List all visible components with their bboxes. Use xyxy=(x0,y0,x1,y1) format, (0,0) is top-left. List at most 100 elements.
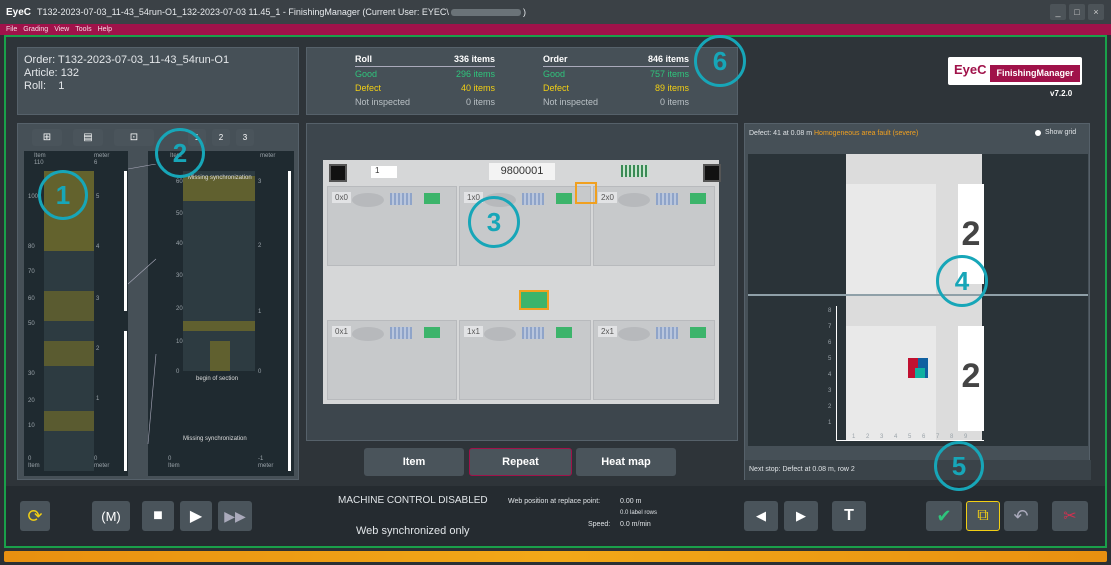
play-button[interactable]: ▶ xyxy=(180,501,212,531)
close-button[interactable]: × xyxy=(1088,4,1104,20)
order-defect: 89 items xyxy=(654,83,689,93)
y-tick: 1 xyxy=(828,420,832,426)
tile-label: 2x0 xyxy=(598,192,617,203)
article-label: Article: xyxy=(24,67,58,79)
statistics-panel: Roll 336 items Good 296 items Defect 40 ite… xyxy=(306,47,738,115)
tab-3[interactable]: 3 xyxy=(236,129,254,146)
minimize-button[interactable]: _ xyxy=(1050,4,1066,20)
meter-tick: 5 xyxy=(96,194,100,200)
tick: 50 xyxy=(28,321,35,327)
register-mark-left xyxy=(329,164,347,182)
maximize-button[interactable]: □ xyxy=(1069,4,1085,20)
roll-ni: 0 items xyxy=(465,97,495,107)
menu-view[interactable]: View xyxy=(54,26,69,33)
defect-marker-overlay xyxy=(915,368,925,378)
user-name-redacted xyxy=(450,8,521,16)
tab-2[interactable]: 2 xyxy=(212,129,230,146)
previous-button[interactable]: ◀ xyxy=(744,501,778,531)
view-mode-button-1[interactable]: ⊞ xyxy=(32,129,62,146)
tile-shape xyxy=(484,327,516,341)
meter-tick: 2 xyxy=(258,243,262,249)
col1-footer-item-label: Item xyxy=(28,463,40,469)
cut-button[interactable]: ✂ xyxy=(1052,501,1088,531)
callout-4: 4 xyxy=(936,255,988,307)
order-good-label: Good xyxy=(543,69,566,79)
menu-tools[interactable]: Tools xyxy=(75,26,91,33)
defect-position: Defect: 41 at 0.08 m xyxy=(749,130,813,137)
begin-of-section: begin of section xyxy=(196,376,239,382)
item-view-button[interactable]: Item xyxy=(364,448,464,476)
undo-button[interactable]: ↶ xyxy=(1004,501,1038,531)
reference-area xyxy=(846,184,936,294)
order-good: 757 items xyxy=(649,69,689,79)
stop-button[interactable]: ■ xyxy=(142,501,174,531)
manual-mode-button[interactable]: (M) xyxy=(92,501,130,531)
menu-file[interactable]: File xyxy=(6,26,17,33)
callout-2: 2 xyxy=(155,128,205,178)
web-position-label: Web position at replace point: xyxy=(508,498,601,505)
order-label: Order: xyxy=(24,54,56,66)
menu-help[interactable]: Help xyxy=(98,26,112,33)
order-ni-label: Not inspected xyxy=(543,97,599,107)
tick: 30 xyxy=(176,273,183,279)
defect-type: Homogeneous area fault (severe) xyxy=(814,130,919,137)
col2-footer-meter-label: meter xyxy=(258,463,274,469)
tile-green-mark xyxy=(690,327,706,338)
web-position-value: 0.00 m xyxy=(620,498,642,505)
tile-shape xyxy=(618,327,650,341)
y-tick: 4 xyxy=(828,372,832,378)
tile-pattern xyxy=(522,193,544,205)
col2-footer-meter: -1 xyxy=(258,456,264,462)
tile-2x1[interactable]: 2x1 xyxy=(593,320,715,400)
text-tool-button[interactable]: T xyxy=(832,501,866,531)
order-defect-label: Defect xyxy=(543,83,570,93)
sheet-canvas[interactable]: 1 9800001 0x0 1x0 2x0 0x1 1x1 2x1 xyxy=(323,160,721,404)
roll-strip-zoomed[interactable]: Item meter 60 50 40 30 20 10 0 3 2 1 0 M… xyxy=(148,151,294,476)
y-tick: 3 xyxy=(828,388,832,394)
fast-forward-button[interactable]: ▶▶ xyxy=(218,501,252,531)
tick: 100 xyxy=(28,194,39,200)
x-tick: 3 xyxy=(880,434,884,440)
article-value: 132 xyxy=(60,67,80,79)
roll-defect: 40 items xyxy=(460,83,495,93)
refresh-button[interactable]: ⟳ xyxy=(20,501,50,531)
tile-pattern xyxy=(390,193,412,205)
tile-0x1[interactable]: 0x1 xyxy=(327,320,457,400)
y-tick: 5 xyxy=(828,356,832,362)
accept-button[interactable]: ✔ xyxy=(926,501,962,531)
tile-1x1[interactable]: 1x1 xyxy=(459,320,591,400)
defect-reference-image[interactable]: 2 xyxy=(748,154,1088,294)
version-label: v7.2.0 xyxy=(1050,89,1073,98)
defect-live-image[interactable]: 2 8 7 6 5 4 3 2 1 1 2 3 4 5 6 7 8 9 xyxy=(748,296,1088,446)
show-grid-toggle[interactable] xyxy=(1035,130,1041,136)
order-stats: Order 846 items Good 757 items Defect 89 it… xyxy=(543,52,689,109)
defect-band xyxy=(44,411,94,431)
center-mark[interactable] xyxy=(519,290,549,310)
view-mode-button-2[interactable]: ▤ xyxy=(73,129,103,146)
heatmap-view-button[interactable]: Heat map xyxy=(576,448,676,476)
defect-band xyxy=(183,321,255,331)
view-mode-button-3[interactable]: ⊡ xyxy=(114,129,154,146)
meter-tick: 3 xyxy=(258,179,262,185)
repeat-view-button[interactable]: Repeat xyxy=(469,448,572,476)
tile-green-mark xyxy=(556,193,572,204)
tick: 30 xyxy=(28,371,35,377)
meter-tick: 2 xyxy=(96,346,100,352)
x-tick: 9 xyxy=(964,434,968,440)
callout-5: 5 xyxy=(934,441,984,491)
x-tick: 1 xyxy=(852,434,856,440)
tile-green-mark xyxy=(690,193,706,204)
menu-grading[interactable]: Grading xyxy=(23,26,48,33)
replace-button[interactable]: ⧉ xyxy=(966,501,1000,531)
next-button[interactable]: ▶ xyxy=(784,501,818,531)
window-title-end: ) xyxy=(522,7,526,17)
tile-pattern xyxy=(656,327,678,339)
y-tick: 8 xyxy=(828,308,832,314)
roll-defect-label: Defect xyxy=(355,83,382,93)
tile-0x0[interactable]: 0x0 xyxy=(327,186,457,266)
defect-highlight-box[interactable] xyxy=(575,182,597,204)
roll-good: 296 items xyxy=(455,69,495,79)
defect-band xyxy=(44,341,94,366)
tile-2x0[interactable]: 2x0 xyxy=(593,186,715,266)
tile-label: 2x1 xyxy=(598,326,617,337)
